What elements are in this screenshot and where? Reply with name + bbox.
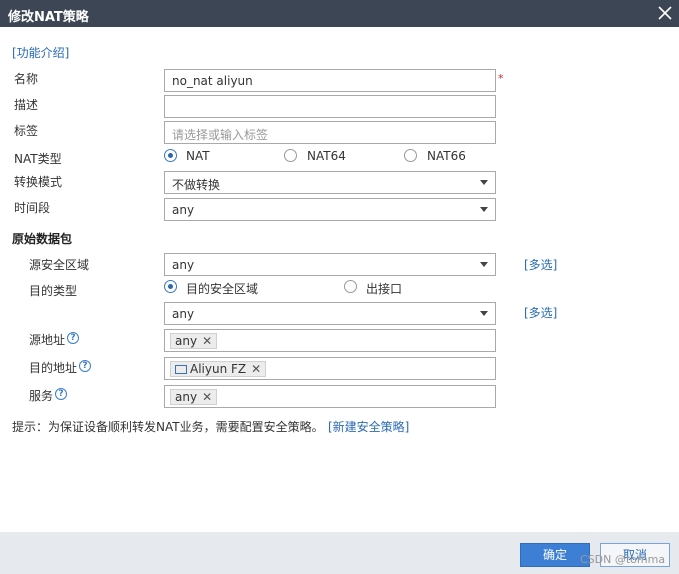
source-address-tag-label: any <box>175 334 198 348</box>
dialog-titlebar: 修改NAT策略 <box>0 0 679 27</box>
dest-address-tag-label: Aliyun FZ <box>190 362 247 376</box>
source-zone-multi-link[interactable]: [多选] <box>524 256 557 273</box>
tags-label: 标签 <box>14 124 39 138</box>
close-icon[interactable] <box>655 3 675 23</box>
help-icon[interactable]: ? <box>79 360 91 372</box>
original-packet-heading: 原始数据包 <box>12 232 73 246</box>
translation-mode-select[interactable]: 不做转换 <box>164 171 496 194</box>
translation-mode-label: 转换模式 <box>14 175 63 189</box>
service-tag: any ✕ <box>170 389 218 405</box>
name-value: no_nat aliyun <box>172 74 253 88</box>
tags-placeholder: 请选择或输入标签 <box>172 128 269 142</box>
time-range-value: any <box>172 203 195 217</box>
nat-type-nat66-label[interactable]: NAT66 <box>427 149 466 163</box>
chevron-down-icon <box>480 262 488 267</box>
hint-text: 提示：为保证设备顺利转发NAT业务，需要配置安全策略。 <box>12 420 324 434</box>
time-range-label: 时间段 <box>14 201 51 215</box>
translation-mode-value: 不做转换 <box>172 178 221 192</box>
dest-type-zone-label[interactable]: 目的安全区域 <box>186 280 258 297</box>
service-tag-label: any <box>175 390 198 404</box>
dest-type-interface-radio[interactable] <box>344 280 357 293</box>
monitor-icon <box>175 365 187 374</box>
service-input[interactable]: any ✕ <box>164 385 496 408</box>
dest-zone-select[interactable]: any <box>164 302 496 325</box>
nat-type-nat-radio[interactable] <box>164 149 177 162</box>
dest-zone-multi-link[interactable]: [多选] <box>524 304 557 321</box>
name-label: 名称 <box>14 72 39 86</box>
name-input[interactable]: no_nat aliyun <box>164 69 496 92</box>
nat-type-label: NAT类型 <box>14 152 62 166</box>
remove-tag-icon[interactable]: ✕ <box>202 390 212 404</box>
help-icon[interactable]: ? <box>55 388 67 400</box>
source-address-tag: any ✕ <box>170 333 218 349</box>
nat-type-nat-label[interactable]: NAT <box>186 149 210 163</box>
chevron-down-icon <box>480 207 488 212</box>
dest-type-zone-radio[interactable] <box>164 280 177 293</box>
nat-type-nat64-radio[interactable] <box>284 149 297 162</box>
description-input[interactable] <box>164 95 496 118</box>
dialog-title: 修改NAT策略 <box>8 10 89 25</box>
required-mark: * <box>498 72 504 85</box>
dest-type-interface-label[interactable]: 出接口 <box>366 280 402 297</box>
dest-address-tag: Aliyun FZ ✕ <box>170 361 267 377</box>
source-address-input[interactable]: any ✕ <box>164 329 496 352</box>
service-label: 服务 <box>29 389 54 403</box>
description-label: 描述 <box>14 98 39 112</box>
dest-type-label: 目的类型 <box>29 284 78 298</box>
dest-zone-value: any <box>172 307 195 321</box>
dest-address-input[interactable]: Aliyun FZ ✕ <box>164 357 496 380</box>
source-zone-value: any <box>172 258 195 272</box>
time-range-select[interactable]: any <box>164 198 496 221</box>
new-security-policy-link[interactable]: [新建安全策略] <box>328 418 409 435</box>
source-zone-label: 源安全区域 <box>29 258 90 272</box>
feature-intro-link[interactable]: [功能介绍] <box>12 44 69 61</box>
watermark: CSDN @tomma <box>580 553 666 566</box>
source-zone-select[interactable]: any <box>164 253 496 276</box>
remove-tag-icon[interactable]: ✕ <box>251 362 261 376</box>
remove-tag-icon[interactable]: ✕ <box>202 334 212 348</box>
tags-input[interactable]: 请选择或输入标签 <box>164 121 496 144</box>
source-address-label: 源地址 <box>29 333 66 347</box>
chevron-down-icon <box>480 180 488 185</box>
chevron-down-icon <box>480 311 488 316</box>
nat-type-nat66-radio[interactable] <box>404 149 417 162</box>
nat-type-nat64-label[interactable]: NAT64 <box>307 149 346 163</box>
help-icon[interactable]: ? <box>67 332 79 344</box>
dest-address-label: 目的地址 <box>29 361 78 375</box>
